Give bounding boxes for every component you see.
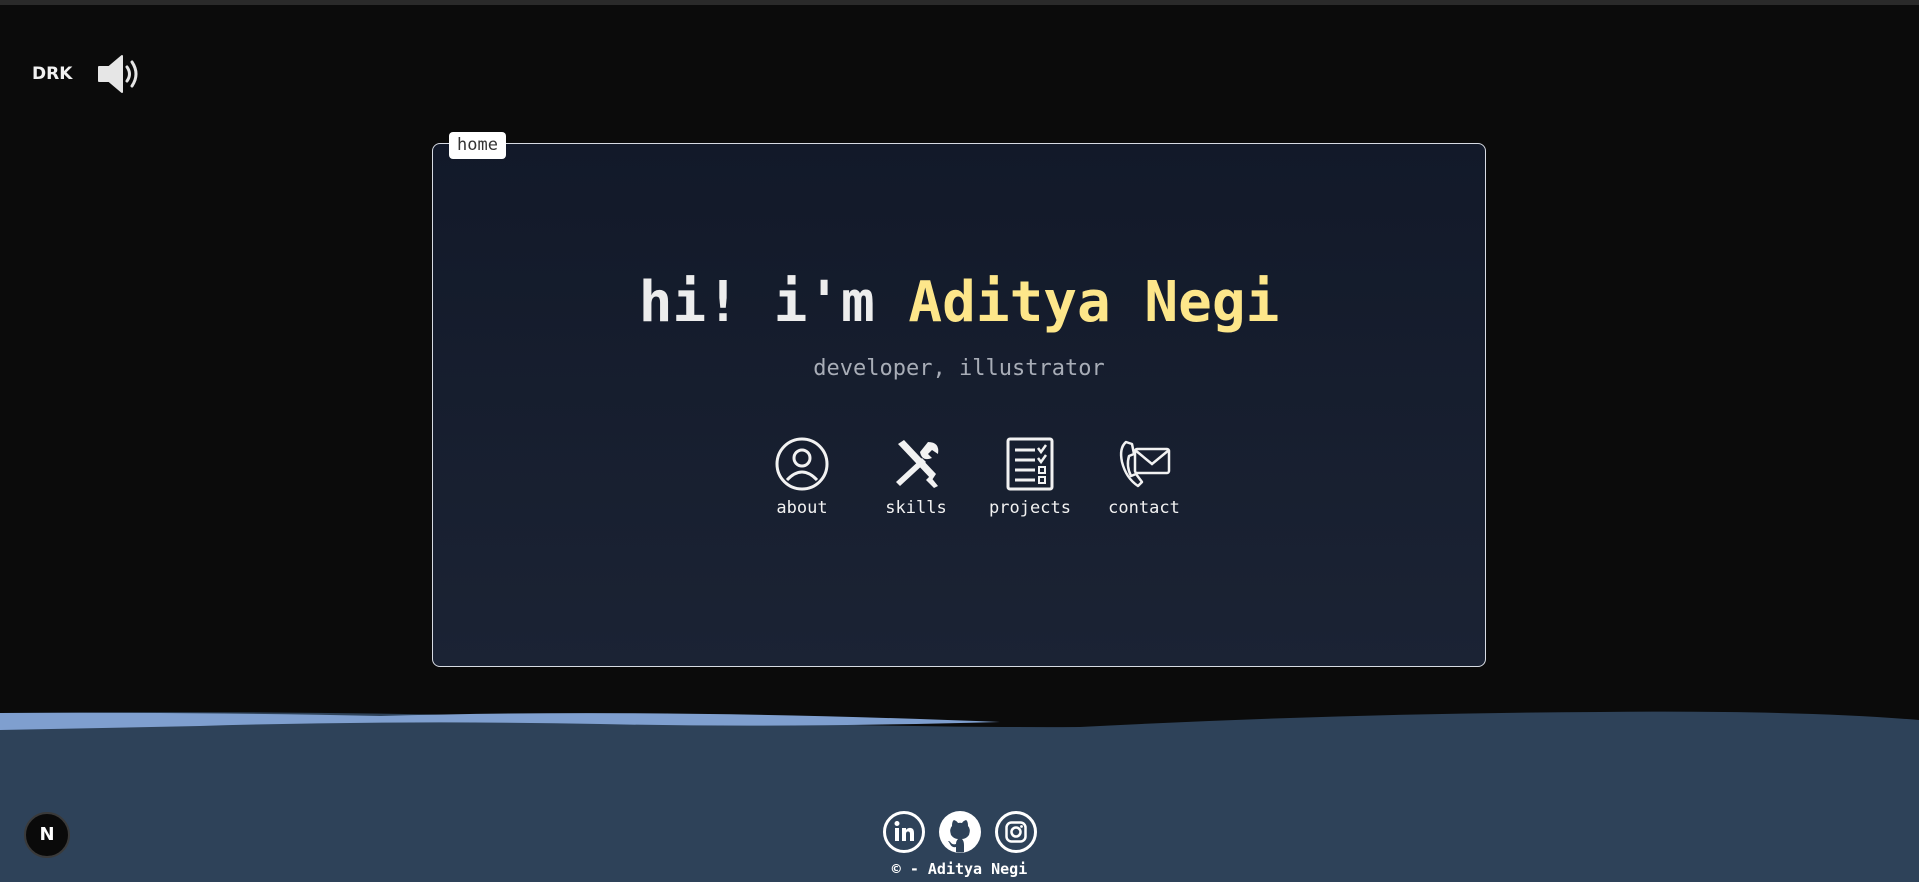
- hero-heading: hi! i'm Aditya Negi: [432, 270, 1486, 335]
- nav-label-about: about: [776, 498, 828, 518]
- top-border: [0, 0, 1919, 5]
- nav-label-skills: skills: [885, 498, 947, 518]
- greeting-text: hi! i'm: [638, 270, 909, 335]
- theme-toggle-button[interactable]: DRK: [32, 64, 72, 84]
- social-links: [882, 810, 1040, 854]
- tab-home[interactable]: home: [449, 132, 506, 159]
- nav-label-contact: contact: [1108, 498, 1180, 518]
- nav-item-skills[interactable]: skills: [866, 436, 966, 518]
- footer-wave: [0, 711, 1919, 882]
- instagram-link[interactable]: [994, 810, 1038, 854]
- checklist-icon: [1006, 437, 1054, 491]
- linkedin-link[interactable]: [882, 810, 926, 854]
- hero-subtitle: developer, illustrator: [813, 356, 1105, 381]
- nav-label-projects: projects: [989, 498, 1071, 518]
- nav-item-about[interactable]: about: [752, 436, 852, 518]
- sound-toggle-button[interactable]: [96, 52, 144, 96]
- phone-mail-icon: [1119, 440, 1171, 488]
- home-card: [432, 143, 1486, 667]
- instagram-icon: [995, 811, 1037, 853]
- tools-icon: [896, 440, 939, 488]
- nextjs-dev-badge[interactable]: N: [24, 812, 70, 858]
- nav-item-projects[interactable]: projects: [980, 436, 1080, 518]
- linkedin-icon: [883, 811, 925, 853]
- hero-name: Aditya Negi: [908, 270, 1280, 335]
- main-nav: about skills projects contact: [752, 436, 1180, 526]
- speaker-volume-icon: [98, 55, 138, 93]
- user-circle-icon: [775, 437, 829, 491]
- github-icon: [939, 811, 981, 853]
- footer-copyright: © - Aditya Negi: [891, 860, 1028, 878]
- github-link[interactable]: [938, 810, 982, 854]
- nav-item-contact[interactable]: contact: [1094, 436, 1194, 518]
